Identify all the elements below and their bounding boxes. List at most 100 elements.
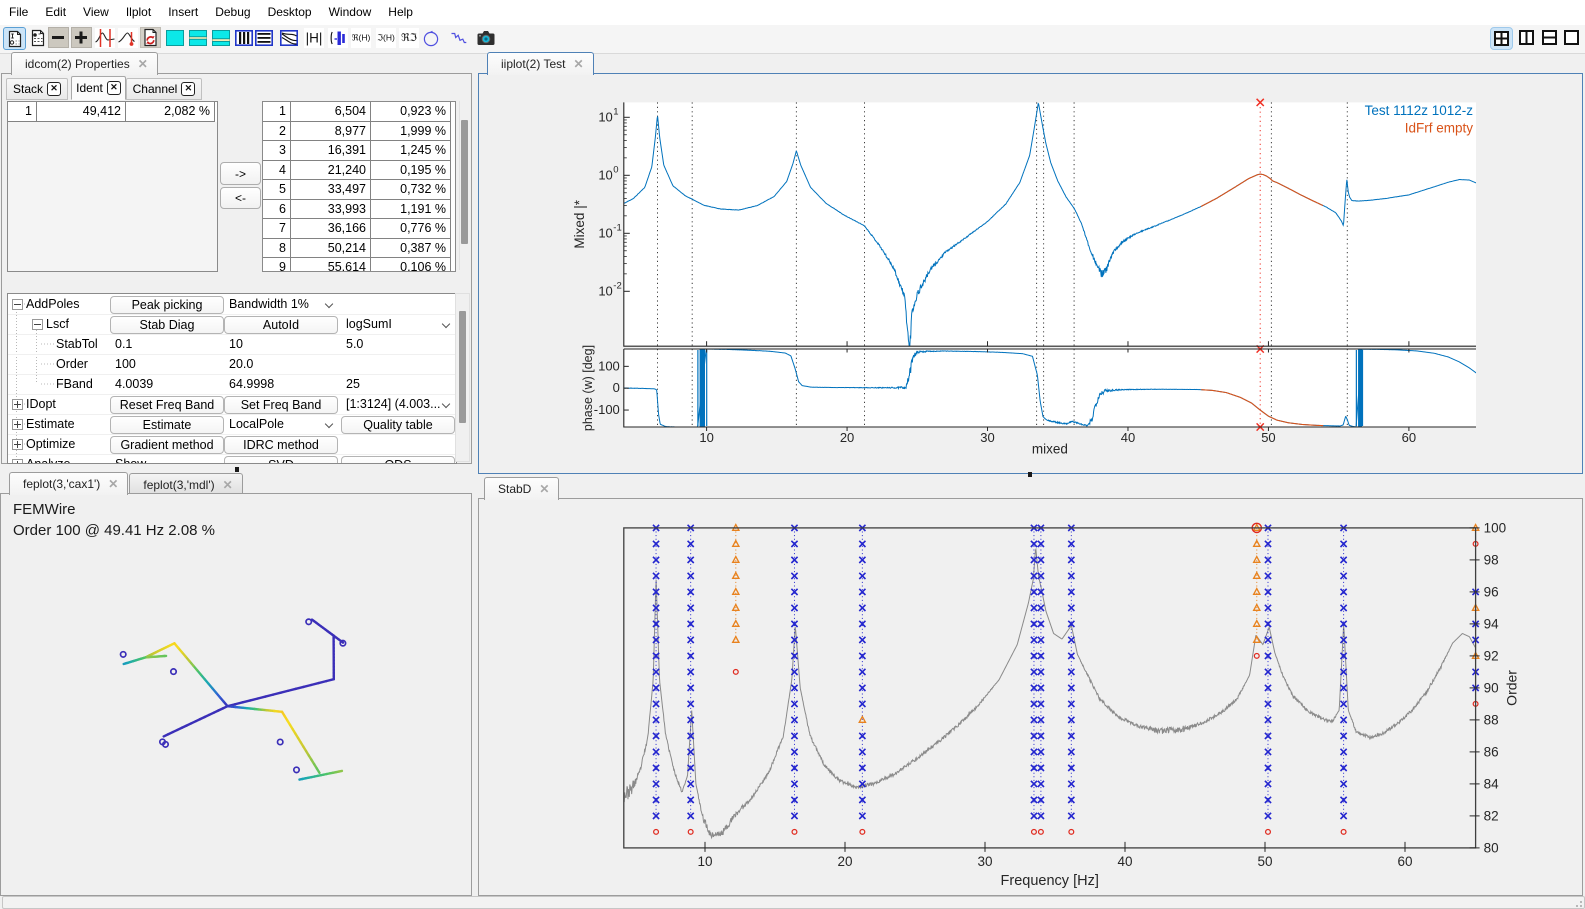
pole-table[interactable]: 16,5040,923 %28,9771,999 %316,3911,245 %… [262,101,456,272]
tree-label[interactable]: AddPoles [26,297,80,311]
tree-value[interactable]: 64.9998 [229,377,274,391]
menu-ilplot[interactable]: Ilplot [118,0,159,25]
quality-table-button[interactable]: Quality table [341,416,455,434]
move-left-button[interactable]: <- [220,187,261,209]
table-row[interactable]: 316,3911,245 % [263,141,455,161]
chevron-down-icon[interactable] [326,301,334,309]
dropdown-value[interactable]: logSumI [346,317,392,331]
stabd-axes[interactable]: 10203040506080828486889092949698100Order… [479,499,1580,893]
tree-value[interactable]: 20.0 [229,357,253,371]
svd-button[interactable]: SVD [224,456,338,465]
menu-desktop[interactable]: Desktop [260,0,320,25]
pole-cursor-icon[interactable] [117,27,138,48]
menu-window[interactable]: Window [321,0,380,25]
layout-two-rows-icon[interactable] [187,27,208,48]
idrc-method-button[interactable]: IDRC method [224,436,338,454]
columns-view-icon[interactable] [233,27,254,48]
set-freq-band-button[interactable]: Set Freq Band [224,396,338,414]
tree-value[interactable]: Show [115,457,146,464]
tab-stabd[interactable]: StabD ✕ [484,477,559,500]
real-imag-icon[interactable]: ℜℑ [398,27,419,48]
table-row[interactable]: 421,2400,195 % [263,161,455,181]
unwrapped-phase-icon[interactable] [448,27,469,48]
waterfall-view-icon[interactable] [278,27,299,48]
feplot-wireframe[interactable] [1,494,469,893]
tree-scrollbar[interactable] [455,293,470,462]
tree-value[interactable]: 4.0039 [115,377,153,391]
tab-idcom-properties[interactable]: idcom(2) Properties ✕ [11,52,158,75]
snapshot-icon[interactable] [475,27,496,48]
tree-value[interactable]: 0.1 [115,337,132,351]
abs-of-h-icon[interactable]: |H| [303,27,324,48]
table-row[interactable]: 850,2140,387 % [263,239,455,259]
gradient-method-button[interactable]: Gradient method [110,436,224,454]
chevron-down-icon[interactable] [326,421,334,429]
tile-rows-icon[interactable] [1539,27,1560,48]
tab-feplot-cax1[interactable]: feplot(3,'cax1') ✕ [9,472,128,495]
current-pole-table[interactable]: 149,4122,082 % [7,101,218,272]
right-splitter-handle[interactable] [1028,472,1032,477]
expand-icon[interactable] [12,439,23,450]
tree-label[interactable]: Analyze [26,457,70,464]
tile-columns-icon[interactable] [1516,27,1537,48]
zoom-out-icon[interactable] [48,27,69,48]
tree-label[interactable]: FBand [56,377,93,391]
table-row[interactable]: 28,9771,999 % [263,122,455,142]
tab-idcom-close-icon[interactable]: ✕ [138,59,148,69]
tile-2x2-icon[interactable] [1490,27,1513,50]
tile-single-icon[interactable] [1561,27,1582,48]
nyquist-icon[interactable] [420,27,441,48]
expand-icon[interactable] [12,419,23,430]
pole-table-scrollbar[interactable] [459,101,469,270]
magnitude-phase-icon[interactable] [327,27,348,48]
table-row[interactable]: 633,9931,191 % [263,200,455,220]
collapse-icon[interactable] [32,319,43,330]
ods-button[interactable]: ODS [341,456,455,465]
tab-feplot-cax1-close-icon[interactable]: ✕ [108,479,118,489]
tree-value[interactable]: 10 [229,337,243,351]
refresh-plot-icon[interactable] [140,27,161,48]
tree-label[interactable]: IDopt [26,397,56,411]
menu-insert[interactable]: Insert [160,0,206,25]
move-right-button[interactable]: -> [220,162,261,185]
table-row[interactable]: 16,5040,923 % [263,102,455,122]
reset-freq-band-button[interactable]: Reset Freq Band [110,396,224,414]
zoom-in-icon[interactable] [71,27,92,48]
subtab-stack[interactable]: Stack✕ [6,78,68,100]
estimate-button[interactable]: Estimate [110,416,224,434]
expand-icon[interactable] [12,459,23,464]
band-cursor-icon[interactable] [94,27,115,48]
layout-single-icon[interactable] [164,27,185,48]
peak-picking-button[interactable]: Peak picking [110,296,224,314]
dropdown-value[interactable]: LocalPole [229,417,284,431]
real-of-h-icon[interactable]: ℜ(H) [350,27,371,48]
dropdown-value[interactable]: Bandwidth 1% [229,297,309,311]
dropdown-value[interactable]: [1:3124] (4.003... [346,397,441,411]
table-row[interactable]: 533,4970,732 % [263,180,455,200]
tree-label[interactable]: Optimize [26,437,75,451]
table-row[interactable]: 955,6140,106 % [263,258,455,272]
curve-properties-icon[interactable] [3,27,26,50]
subtab-channel[interactable]: Channel✕ [126,78,202,100]
tab-iiplot-close-icon[interactable]: ✕ [573,59,583,69]
menu-file[interactable]: File [1,0,36,25]
tab-stabd-close-icon[interactable]: ✕ [539,484,549,494]
tab-feplot-mdl[interactable]: feplot(3,'mdl') ✕ [129,473,242,495]
resize-grip-icon[interactable] [1573,898,1583,908]
imag-of-h-icon[interactable]: ℑ(H) [375,27,396,48]
menu-edit[interactable]: Edit [37,0,74,25]
autoid-button[interactable]: AutoId [224,316,338,334]
stab-diag-button[interactable]: Stab Diag [110,316,224,334]
table-row[interactable]: 736,1660,776 % [263,219,455,239]
menu-view[interactable]: View [75,0,117,25]
collapse-icon[interactable] [12,299,23,310]
tree-label[interactable]: Order [56,357,88,371]
chevron-down-icon[interactable] [443,321,451,329]
subtab-ident[interactable]: Ident✕ [71,76,126,100]
tree-value[interactable]: 25 [346,377,360,391]
subtab-close-icon[interactable]: ✕ [107,81,121,95]
table-row[interactable]: 149,4122,082 % [8,102,217,122]
subtab-close-icon[interactable]: ✕ [47,82,61,96]
expand-icon[interactable] [12,399,23,410]
menu-help[interactable]: Help [380,0,421,25]
